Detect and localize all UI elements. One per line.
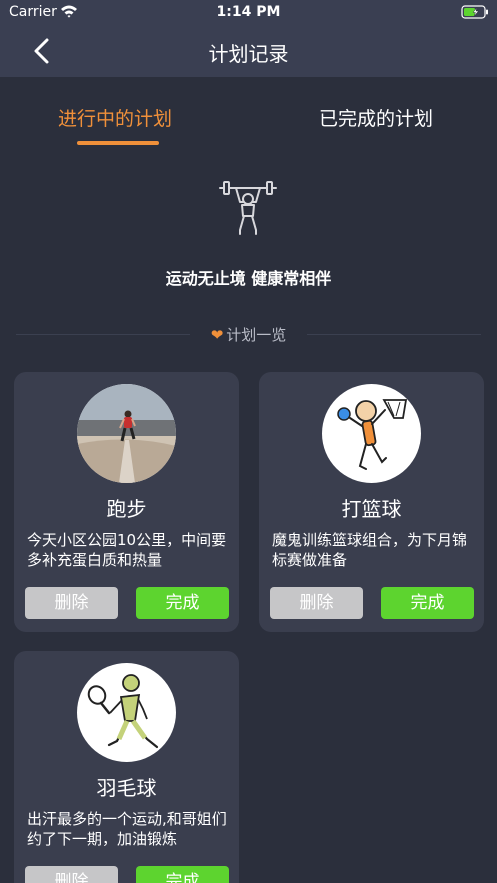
plan-title: 打篮球	[341, 497, 402, 521]
plan-card: 羽毛球 出汗最多的一个运动,和哥姐们约了下一期，加油锻炼 删除 完成	[14, 651, 239, 883]
complete-button[interactable]: 完成	[136, 587, 229, 619]
section-title: 计划一览	[226, 326, 287, 344]
weightlifting-icon	[219, 181, 277, 235]
basketball-player-icon	[322, 384, 421, 483]
delete-button[interactable]: 删除	[270, 587, 363, 619]
plan-description: 魔鬼训练篮球组合，为下月锦标赛做准备	[272, 531, 468, 569]
status-time: 1:14 PM	[216, 4, 281, 20]
page-title: 计划记录	[208, 42, 289, 66]
tab-in-progress[interactable]: 进行中的计划	[58, 104, 172, 131]
delete-button[interactable]: 删除	[25, 587, 118, 619]
navigation-bar: Carrier 1:14 PM 计划记录	[0, 0, 497, 77]
tab-completed[interactable]: 已完成的计划	[319, 104, 433, 131]
badminton-player-icon	[77, 663, 176, 762]
plan-card: 跑步 今天小区公园10公里，中间要多补充蛋白质和热量 删除 完成	[14, 372, 239, 632]
plan-description: 今天小区公园10公里，中间要多补充蛋白质和热量	[27, 531, 227, 569]
plan-description: 出汗最多的一个运动,和哥姐们约了下一期，加油锻炼	[27, 810, 227, 848]
slogan: 运动无止境 健康常相伴	[165, 269, 332, 288]
plan-title: 羽毛球	[96, 776, 157, 800]
runner-photo	[77, 384, 176, 483]
complete-button[interactable]: 完成	[381, 587, 474, 619]
status-bar: Carrier 1:14 PM	[0, 0, 497, 26]
complete-button[interactable]: 完成	[136, 866, 229, 883]
section-header: ❤ 计划一览	[190, 323, 307, 347]
heart-icon: ❤	[210, 326, 224, 344]
battery-icon	[461, 5, 488, 19]
active-tab-indicator	[77, 141, 159, 145]
plan-card: 打篮球 魔鬼训练篮球组合，为下月锦标赛做准备 删除 完成	[259, 372, 484, 632]
plan-title: 跑步	[106, 497, 147, 521]
delete-button[interactable]: 删除	[25, 866, 118, 883]
